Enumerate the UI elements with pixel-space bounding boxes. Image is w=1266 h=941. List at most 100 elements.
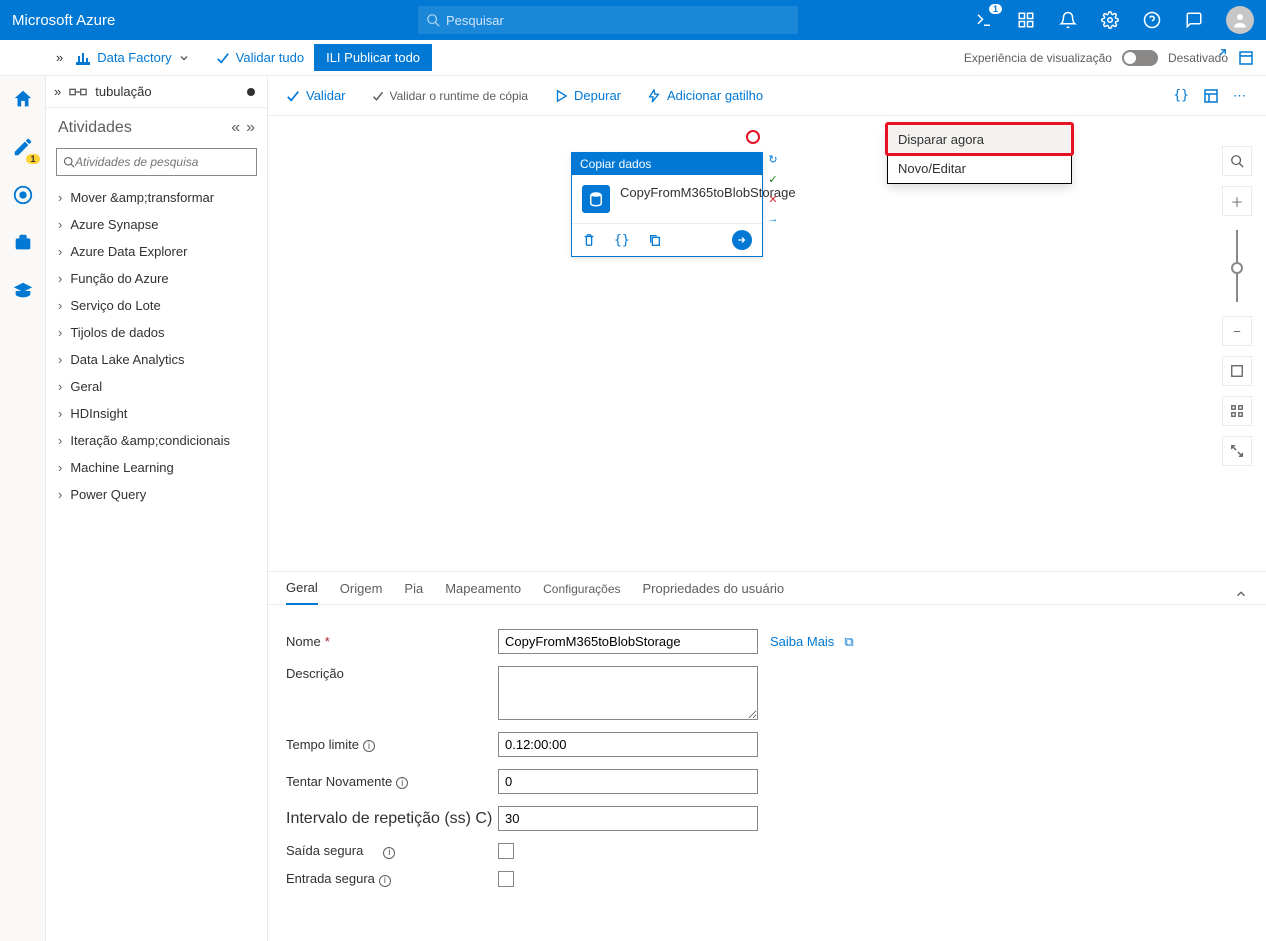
cloud-shell-icon[interactable]: 1 <box>974 10 994 30</box>
feedback-icon[interactable] <box>1184 10 1204 30</box>
secure-output-label: Saída segurai <box>286 843 498 859</box>
nav-monitor[interactable] <box>8 180 38 210</box>
activity-label: Função do Azure <box>70 271 168 286</box>
expand-icon[interactable]: » <box>54 84 61 99</box>
notifications-icon[interactable] <box>1058 10 1078 30</box>
delete-icon[interactable] <box>582 233 596 247</box>
activities-header: Atividades « » <box>46 108 267 148</box>
zoom-out-button[interactable]: − <box>1222 316 1252 346</box>
pipeline-tab-bar: » tubulação <box>46 76 267 108</box>
learn-more-link[interactable]: Saiba Mais⧉ <box>770 634 854 650</box>
secure-input-checkbox[interactable] <box>498 871 514 887</box>
description-input[interactable] <box>498 666 758 720</box>
preview-toggle[interactable] <box>1122 50 1158 66</box>
zoom-in-button[interactable]: ＋ <box>1222 186 1252 216</box>
timeout-input[interactable] <box>498 732 758 757</box>
pipeline-canvas[interactable]: Copiar dados CopyFromM365toBlobStorage {… <box>268 116 1266 571</box>
activities-search-input[interactable] <box>75 155 250 169</box>
global-search-input[interactable] <box>446 13 790 28</box>
debug-button[interactable]: Depurar <box>554 88 621 103</box>
canvas-toolbar: Validar Validar o runtime de cópia Depur… <box>268 76 1266 116</box>
publish-all-label: ILI Publicar todo <box>326 50 420 65</box>
tab-source[interactable]: Origem <box>340 581 383 604</box>
handle-success-icon[interactable]: ✓ <box>766 172 780 186</box>
expand-chevron-icon[interactable]: » <box>56 50 63 65</box>
add-trigger-button[interactable]: Adicionar gatilho <box>647 88 763 103</box>
collapse-right-icon[interactable]: « <box>231 119 240 137</box>
tab-settings[interactable]: Configurações <box>543 582 620 604</box>
activity-category[interactable]: ›Geral <box>58 379 255 394</box>
nav-learn[interactable] <box>8 276 38 306</box>
nav-author[interactable]: 1 <box>8 132 38 162</box>
activity-category[interactable]: ›Tijolos de dados <box>58 325 255 340</box>
zoom-slider[interactable] <box>1236 230 1238 302</box>
handle-retry-icon[interactable]: ↻ <box>766 152 780 166</box>
validate-button[interactable]: Validar <box>286 88 346 103</box>
activity-category[interactable]: ›Função do Azure <box>58 271 255 286</box>
canvas-search-button[interactable] <box>1222 146 1252 176</box>
tab-general[interactable]: Geral <box>286 580 318 605</box>
validate-all-label: Validar tudo <box>236 50 304 65</box>
lightning-icon <box>647 89 661 103</box>
activities-search[interactable] <box>56 148 257 176</box>
activity-category[interactable]: ›Machine Learning <box>58 460 255 475</box>
retry-interval-input[interactable] <box>498 806 758 831</box>
more-icon[interactable]: ⋯ <box>1239 48 1254 64</box>
property-body: Nome* Saiba Mais⧉ Descrição Tempo limite… <box>268 605 1266 911</box>
pipeline-tab-label[interactable]: tubulação <box>95 84 151 99</box>
activity-category[interactable]: ›Power Query <box>58 487 255 502</box>
publish-all-button[interactable]: ILI Publicar todo <box>314 44 432 71</box>
validate-all-button[interactable]: Validar tudo <box>216 50 304 65</box>
activity-category[interactable]: ›Azure Synapse <box>58 217 255 232</box>
data-factory-bar: » Data Factory Validar tudo ILI Publicar… <box>0 40 1266 76</box>
tab-mapping[interactable]: Mapeamento <box>445 581 521 604</box>
clone-icon[interactable] <box>648 233 662 247</box>
activity-label: HDInsight <box>70 406 127 421</box>
activity-category[interactable]: ›Iteração &amp;condicionais <box>58 433 255 448</box>
trigger-new-edit[interactable]: Novo/Editar <box>888 154 1071 183</box>
activity-label: Iteração &amp;condicionais <box>70 433 230 448</box>
fit-screen-button[interactable] <box>1222 356 1252 386</box>
chevron-down-icon <box>178 52 190 64</box>
properties-panel: Geral Origem Pia Mapeamento Configuraçõe… <box>268 571 1266 941</box>
user-avatar[interactable] <box>1226 6 1254 34</box>
handle-fail-icon[interactable]: ✕ <box>766 192 780 206</box>
braces-icon[interactable]: {} <box>1173 88 1189 104</box>
node-arrow-icon[interactable] <box>732 230 752 250</box>
tab-user-props[interactable]: Propriedades do usuário <box>643 581 785 604</box>
zoom-knob[interactable] <box>1231 262 1243 274</box>
node-side-handles: ↻ ✓ ✕ → <box>766 152 780 226</box>
activity-category[interactable]: ›Serviço do Lote <box>58 298 255 313</box>
nav-manage[interactable] <box>8 228 38 258</box>
fullscreen-button[interactable] <box>1222 436 1252 466</box>
collapse-props-icon[interactable] <box>1234 587 1248 604</box>
retry-interval-label: Intervalo de repetição (ss) C) <box>286 810 498 828</box>
validate-runtime-button[interactable]: Validar o runtime de cópia <box>372 89 529 103</box>
copy-activity-node[interactable]: Copiar dados CopyFromM365toBlobStorage {… <box>571 152 763 257</box>
trigger-now[interactable]: Disparar agora <box>888 125 1071 154</box>
tab-sink[interactable]: Pia <box>404 581 423 604</box>
nav-home[interactable] <box>8 84 38 114</box>
more-icon[interactable]: ⋯ <box>1233 88 1248 104</box>
node-header: Copiar dados <box>572 153 762 175</box>
activity-category[interactable]: ›Azure Data Explorer <box>58 244 255 259</box>
expand-icon[interactable] <box>1213 48 1227 62</box>
azure-header-icons: 1 <box>974 6 1254 34</box>
handle-skip-icon[interactable]: → <box>766 212 780 226</box>
secure-output-checkbox[interactable] <box>498 843 514 859</box>
collapse-left-icon[interactable]: » <box>246 119 255 137</box>
activity-category[interactable]: ›HDInsight <box>58 406 255 421</box>
name-input[interactable] <box>498 629 758 654</box>
factory-selector[interactable]: Data Factory <box>75 50 189 66</box>
global-search[interactable] <box>418 6 798 34</box>
settings-icon[interactable] <box>1100 10 1120 30</box>
braces-icon[interactable]: {} <box>614 233 630 248</box>
retry-input[interactable] <box>498 769 758 794</box>
auto-layout-button[interactable] <box>1222 396 1252 426</box>
activity-category[interactable]: ›Mover &amp;transformar <box>58 190 255 205</box>
help-icon[interactable] <box>1142 10 1162 30</box>
shell-badge: 1 <box>989 4 1002 14</box>
activity-category[interactable]: ›Data Lake Analytics <box>58 352 255 367</box>
properties-icon[interactable] <box>1203 88 1219 104</box>
directories-icon[interactable] <box>1016 10 1036 30</box>
